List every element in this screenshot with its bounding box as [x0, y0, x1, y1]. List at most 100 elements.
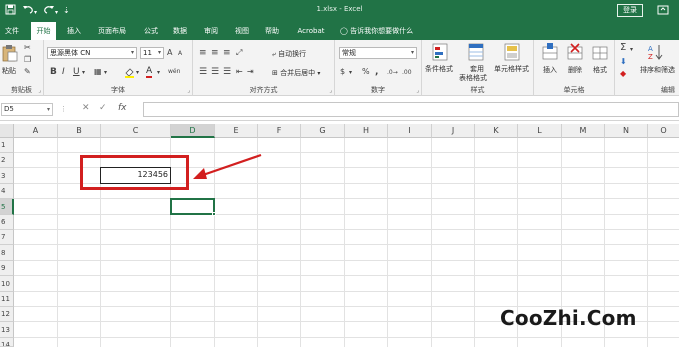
ribbon-display-options-icon[interactable]	[657, 4, 669, 16]
grow-font-icon[interactable]: A	[167, 48, 172, 58]
alignment-dialog-launcher-icon[interactable]: ⌟	[329, 87, 332, 94]
tab-home[interactable]: 开始	[31, 22, 56, 40]
row-header-6[interactable]: 6	[0, 215, 14, 230]
align-middle-icon[interactable]: ≡	[211, 48, 219, 58]
fill-color-icon[interactable]	[124, 67, 135, 81]
insert-function-icon[interactable]: fx	[118, 103, 127, 113]
autosum-icon[interactable]: Σ	[620, 43, 626, 53]
underline-button[interactable]: U	[73, 67, 80, 77]
enter-icon[interactable]: ✓	[99, 103, 107, 113]
column-header-g[interactable]: G	[301, 124, 345, 138]
paste-button[interactable]: 粘贴	[2, 66, 16, 76]
conditional-formatting-button[interactable]: 条件格式	[425, 64, 453, 74]
align-top-icon[interactable]: ≡	[199, 48, 207, 58]
tab-review[interactable]: 审阅	[199, 22, 223, 40]
column-header-i[interactable]: I	[388, 124, 432, 138]
formula-input[interactable]	[143, 102, 679, 117]
column-header-o[interactable]: O	[648, 124, 679, 138]
wrap-text-button[interactable]: ⤶ 自动换行	[272, 49, 306, 59]
delete-cells-button[interactable]: 删除	[568, 65, 582, 75]
font-color-icon[interactable]: A	[146, 66, 153, 78]
cancel-icon[interactable]: ✕	[82, 103, 90, 113]
insert-cells-button[interactable]: 插入	[543, 65, 557, 75]
number-format-select[interactable]: 常规 ▾	[339, 47, 417, 59]
column-header-c[interactable]: C	[101, 124, 171, 138]
sort-filter-button[interactable]: 排序和筛选	[640, 65, 675, 75]
tab-page-layout[interactable]: 页面布局	[94, 22, 130, 40]
tab-help[interactable]: 帮助	[260, 22, 284, 40]
active-cell-d5[interactable]	[170, 198, 216, 216]
font-dialog-launcher-icon[interactable]: ⌟	[187, 87, 190, 94]
cut-icon[interactable]: ✂	[24, 43, 31, 53]
column-header-h[interactable]: H	[345, 124, 388, 138]
fill-handle[interactable]	[212, 212, 216, 216]
select-all-button[interactable]	[0, 124, 14, 138]
align-left-icon[interactable]: ☰	[199, 67, 207, 77]
chevron-down-icon[interactable]: ▾	[82, 68, 85, 78]
tab-acrobat[interactable]: Acrobat	[293, 22, 329, 40]
font-name-select[interactable]: 思源黑体 CN ▾	[47, 47, 137, 59]
login-button[interactable]: 登录	[617, 4, 643, 17]
decrease-decimal-icon[interactable]: .00	[402, 68, 412, 78]
increase-indent-icon[interactable]: ⇥	[247, 67, 254, 77]
bold-button[interactable]: B	[50, 67, 57, 77]
column-header-d[interactable]: D	[171, 124, 215, 138]
align-right-icon[interactable]: ☰	[223, 67, 231, 77]
comma-style-button[interactable]: ,	[375, 67, 378, 77]
column-header-b[interactable]: B	[58, 124, 101, 138]
format-as-table-icon[interactable]	[468, 43, 484, 61]
decrease-indent-icon[interactable]: ⇤	[236, 67, 243, 77]
conditional-formatting-icon[interactable]	[432, 43, 448, 61]
column-header-e[interactable]: E	[215, 124, 258, 138]
row-header-8[interactable]: 8	[0, 245, 14, 261]
accounting-format-icon[interactable]: $	[340, 67, 345, 77]
row-header-1[interactable]: 1	[0, 138, 14, 153]
format-cells-icon[interactable]	[592, 43, 608, 60]
chevron-down-icon[interactable]: ▾	[136, 68, 139, 78]
row-header-4[interactable]: 4	[0, 184, 14, 199]
row-header-5[interactable]: 5	[0, 199, 14, 215]
merge-center-button[interactable]: ⊞ 合并后居中 ▾	[272, 68, 320, 78]
align-center-icon[interactable]: ☰	[211, 67, 219, 77]
insert-cells-icon[interactable]	[542, 43, 558, 60]
phonetic-guide-icon[interactable]: wén	[168, 67, 180, 77]
column-header-a[interactable]: A	[14, 124, 58, 138]
shrink-font-icon[interactable]: A	[178, 49, 182, 59]
cell-styles-button[interactable]: 单元格样式	[494, 64, 529, 74]
cell-styles-icon[interactable]	[504, 43, 520, 61]
tab-data[interactable]: 数据	[168, 22, 192, 40]
column-header-l[interactable]: L	[518, 124, 562, 138]
column-header-n[interactable]: N	[605, 124, 648, 138]
paste-icon[interactable]	[2, 44, 18, 62]
row-header-10[interactable]: 10	[0, 276, 14, 292]
format-as-table-line2[interactable]: 表格格式	[459, 73, 487, 83]
row-header-11[interactable]: 11	[0, 292, 14, 307]
format-painter-icon[interactable]: ✎	[24, 67, 31, 77]
row-header-12[interactable]: 12	[0, 307, 14, 322]
increase-decimal-icon[interactable]: .0→	[387, 68, 398, 78]
column-header-f[interactable]: F	[258, 124, 301, 138]
row-header-2[interactable]: 2	[0, 153, 14, 168]
chevron-down-icon[interactable]: ▾	[104, 68, 107, 78]
tell-me-search[interactable]: ◯ 告诉我你想要做什么	[340, 22, 413, 40]
percent-style-button[interactable]: %	[362, 67, 370, 77]
clipboard-dialog-launcher-icon[interactable]: ⌟	[38, 87, 41, 94]
copy-icon[interactable]: ❐	[24, 55, 31, 65]
column-header-j[interactable]: J	[432, 124, 475, 138]
tab-file[interactable]: 文件	[0, 22, 24, 40]
tab-view[interactable]: 视图	[230, 22, 254, 40]
row-header-13[interactable]: 13	[0, 322, 14, 338]
sort-filter-icon[interactable]: AZ	[648, 43, 664, 61]
column-header-m[interactable]: M	[562, 124, 605, 138]
font-size-select[interactable]: 11 ▾	[140, 47, 164, 59]
column-header-k[interactable]: K	[475, 124, 518, 138]
delete-cells-icon[interactable]	[567, 43, 583, 60]
row-header-3[interactable]: 3	[0, 168, 14, 184]
orientation-icon[interactable]: ⤢	[236, 48, 242, 58]
italic-button[interactable]: I	[62, 67, 65, 77]
format-cells-button[interactable]: 格式	[593, 65, 607, 75]
chevron-down-icon[interactable]: ▾	[630, 45, 633, 55]
number-dialog-launcher-icon[interactable]: ⌟	[416, 87, 419, 94]
chevron-down-icon[interactable]: ▾	[157, 68, 160, 78]
row-header-7[interactable]: 7	[0, 230, 14, 245]
